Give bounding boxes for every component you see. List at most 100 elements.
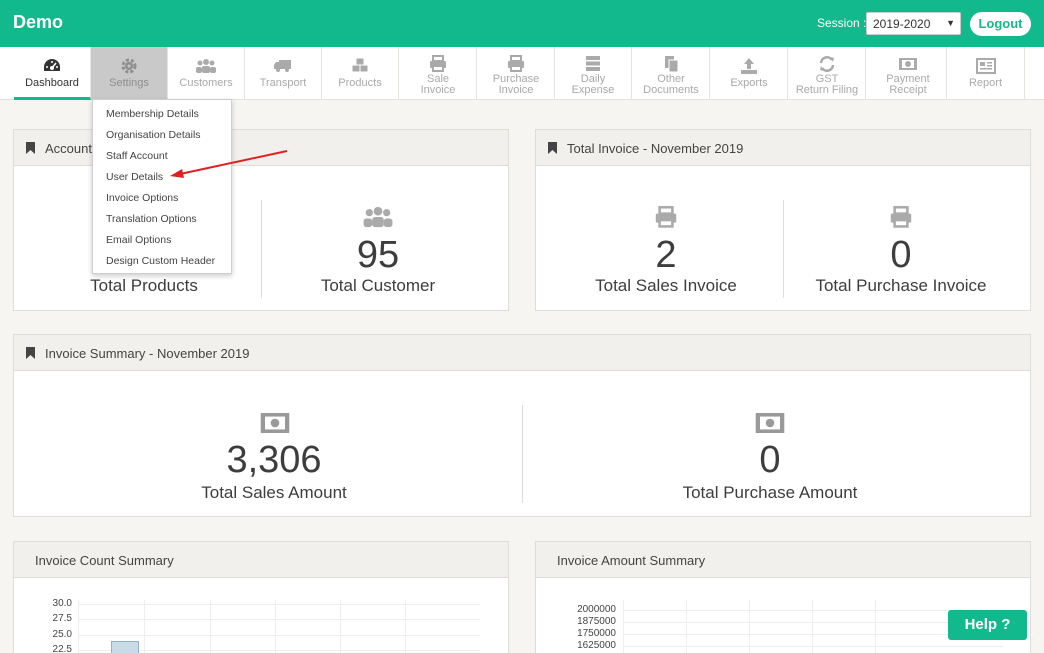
menu-item-staff-account[interactable]: Staff Account <box>106 150 168 162</box>
session-value: 2019-2020 <box>873 17 931 31</box>
panel-title: Total Invoice - November 2019 <box>567 141 744 156</box>
nav-exports[interactable]: Exports <box>711 47 788 100</box>
stat-caption: Total Customer <box>320 276 436 295</box>
nav-purchase-invoice[interactable]: Purchase Invoice <box>478 47 555 100</box>
chart-bar <box>111 641 139 653</box>
chevron-down-icon: ▼ <box>946 18 955 28</box>
gridline <box>875 600 876 653</box>
menu-item-design-custom-header[interactable]: Design Custom Header <box>106 255 215 267</box>
nav-products[interactable]: Products <box>322 47 399 100</box>
printer-icon <box>890 206 912 228</box>
divider <box>261 200 262 298</box>
menu-item-membership-details[interactable]: Membership Details <box>106 108 199 120</box>
nav-dashboard[interactable]: Dashboard <box>14 47 91 100</box>
menu-item-organisation-details[interactable]: Organisation Details <box>106 129 201 141</box>
money-icon <box>755 413 785 433</box>
nav-daily-expense[interactable]: Daily Expense <box>555 47 632 100</box>
nav-customers[interactable]: Customers <box>168 47 245 100</box>
stat-caption: Total Sales Amount <box>201 483 347 502</box>
stat-caption: Total Purchase Amount <box>682 483 858 502</box>
gridline <box>623 646 1003 647</box>
top-bar: Demo Session : 2019-2020 ▼ Logout <box>0 0 1044 47</box>
gridline <box>144 600 145 653</box>
panel-header: Invoice Count Summary <box>14 542 508 578</box>
session-select[interactable]: 2019-2020 ▼ <box>866 12 961 35</box>
y-tick-label: 1875000 <box>577 616 616 627</box>
nav-report[interactable]: Report <box>947 47 1025 100</box>
nav-gst-return-filing[interactable]: GST Return Filing <box>789 47 866 100</box>
nav-settings[interactable]: Settings <box>91 47 168 100</box>
server-icon <box>586 56 600 71</box>
bookmark-icon <box>548 142 557 154</box>
panel-header: Invoice Amount Summary <box>536 542 1030 578</box>
gear-icon <box>121 58 137 74</box>
users-icon <box>363 206 393 228</box>
stat-caption: Total Purchase Invoice <box>815 276 987 295</box>
nav-label: Products <box>338 77 382 89</box>
y-tick-label: 22.5 <box>52 644 72 653</box>
divider <box>783 200 784 298</box>
nav-label-line2: Return Filing <box>795 84 859 96</box>
gridline <box>78 604 480 605</box>
dashboard-icon <box>44 59 60 71</box>
nav-label-line2: Receipt <box>889 84 927 96</box>
gridline <box>749 600 750 653</box>
nav-label: Settings <box>109 77 149 89</box>
nav-label: Report <box>968 77 1003 89</box>
nav-label-line2: Invoice <box>420 84 456 96</box>
y-tick-label: 27.5 <box>52 613 72 624</box>
y-tick-label: 2000000 <box>577 604 616 615</box>
panel-title: Invoice Amount Summary <box>557 553 706 568</box>
menu-item-user-details[interactable]: User Details <box>106 171 163 183</box>
panel-title: Invoice Count Summary <box>35 553 174 568</box>
y-tick-label: 30.0 <box>52 598 72 609</box>
printer-icon <box>430 55 446 72</box>
total-invoice-panel: Total Invoice - November 2019 2 Total Sa… <box>535 129 1031 311</box>
refresh-icon <box>819 56 835 72</box>
nav-label: Transport <box>259 77 307 89</box>
annotation-arrow-icon <box>170 150 288 178</box>
panel-title: Invoice Summary - November 2019 <box>45 346 250 361</box>
bookmark-icon <box>26 142 35 154</box>
gridline <box>686 600 687 653</box>
users-icon <box>196 59 216 73</box>
menu-item-translation-options[interactable]: Translation Options <box>106 213 197 225</box>
gridline <box>275 600 276 653</box>
nav-transport[interactable]: Transport <box>245 47 322 100</box>
gridline <box>78 600 79 653</box>
nav-label-line2: Expense <box>571 84 615 96</box>
nav-label-line2: Documents <box>643 84 699 96</box>
stat-value: 2 <box>655 234 677 276</box>
nav-label: Exports <box>730 77 768 89</box>
gridline <box>340 600 341 653</box>
brand-title: Demo <box>13 12 64 32</box>
bookmark-icon <box>26 347 35 359</box>
stat-value: 3,306 <box>226 439 322 481</box>
nav-label: Dashboard <box>25 77 79 89</box>
printer-icon <box>655 206 677 228</box>
nav-label-line2: Invoice <box>498 84 534 96</box>
newspaper-icon <box>975 58 996 74</box>
upload-icon <box>741 58 757 74</box>
logout-button[interactable]: Logout <box>970 12 1031 36</box>
gridline <box>623 622 1003 623</box>
nav-sale-invoice[interactable]: Sale Invoice <box>400 47 477 100</box>
gridline <box>623 610 1003 611</box>
settings-dropdown: Membership Details Organisation Details … <box>92 99 232 274</box>
session-label: Session : <box>817 16 867 30</box>
nav-payment-receipt[interactable]: Payment Receipt <box>870 47 947 100</box>
printer-icon <box>508 55 524 72</box>
invoice-count-chart-panel: Invoice Count Summary 30.0 27.5 25.0 22.… <box>13 541 509 653</box>
gridline <box>78 635 480 636</box>
money-icon <box>899 58 917 70</box>
menu-item-invoice-options[interactable]: Invoice Options <box>106 192 178 204</box>
gridline <box>405 600 406 653</box>
cubes-icon <box>351 57 369 73</box>
truck-icon <box>274 60 291 72</box>
panel-title: Account <box>45 141 92 156</box>
stat-caption: Total Sales Invoice <box>595 276 737 295</box>
help-button[interactable]: Help ? <box>948 610 1027 640</box>
nav-other-documents[interactable]: Other Documents <box>633 47 710 100</box>
panel-header: Invoice Summary - November 2019 <box>14 335 1030 371</box>
menu-item-email-options[interactable]: Email Options <box>106 234 171 246</box>
